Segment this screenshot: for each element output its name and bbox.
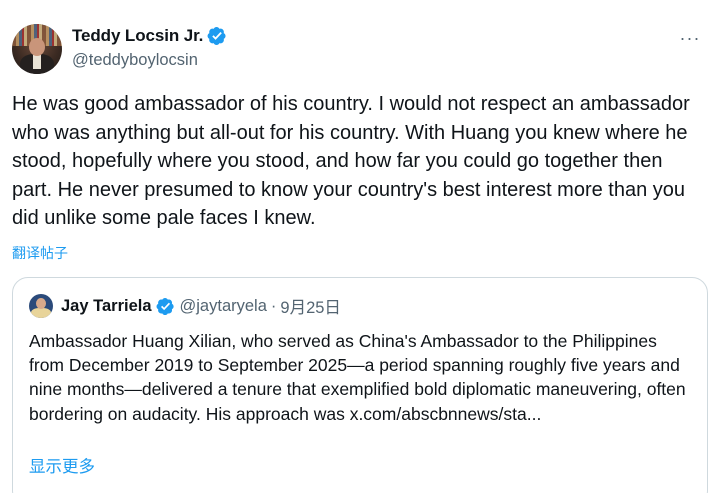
translate-post-link[interactable]: 翻译帖子	[12, 243, 68, 263]
quoted-tweet-date[interactable]: 9月25日	[280, 294, 341, 318]
author-display-name[interactable]: Teddy Locsin Jr.	[72, 26, 203, 46]
author-handle[interactable]: @teddyboylocsin	[72, 51, 198, 70]
tweet-text: He was good ambassador of his country. I…	[12, 93, 690, 230]
tweet-header: Teddy Locsin Jr. @teddyboylocsin ···	[12, 22, 708, 78]
author-avatar[interactable]	[12, 24, 62, 74]
quoted-author-handle[interactable]: @jaytaryela	[180, 297, 267, 316]
show-more-link[interactable]: 显示更多	[29, 453, 95, 477]
quoted-verified-badge-icon	[156, 297, 175, 316]
more-horizontal-icon[interactable]: ···	[676, 24, 704, 52]
quoted-separator: ·	[270, 296, 277, 315]
tweet: Teddy Locsin Jr. @teddyboylocsin ··· He …	[0, 0, 720, 493]
quoted-author-name[interactable]: Jay Tarriela	[61, 297, 152, 316]
verified-badge-icon	[207, 26, 227, 46]
quoted-author-avatar[interactable]	[29, 294, 53, 318]
quoted-avatar-face	[36, 298, 46, 309]
author-name-row: Teddy Locsin Jr.	[72, 26, 227, 46]
quoted-avatar-body	[31, 308, 51, 318]
quoted-tweet-card[interactable]: Jay Tarriela @jaytaryela · 9月25日 Ambassa…	[12, 277, 708, 493]
avatar-shirt	[33, 55, 41, 69]
quoted-tweet-text: Ambassador Huang Xilian, who served as C…	[29, 331, 686, 424]
quoted-tweet-header: Jay Tarriela @jaytaryela · 9月25日	[29, 294, 341, 318]
avatar-face	[29, 38, 45, 56]
